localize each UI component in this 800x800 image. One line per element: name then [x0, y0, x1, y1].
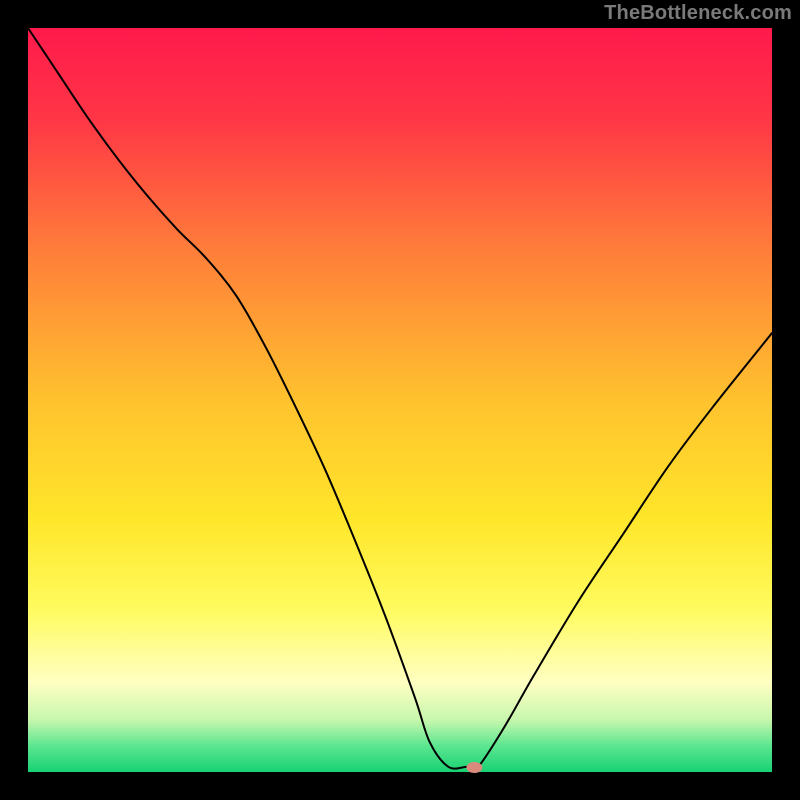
optimal-point-marker	[466, 762, 482, 773]
chart-frame: TheBottleneck.com	[0, 0, 800, 800]
bottleneck-chart	[0, 0, 800, 800]
plot-background	[28, 28, 772, 772]
